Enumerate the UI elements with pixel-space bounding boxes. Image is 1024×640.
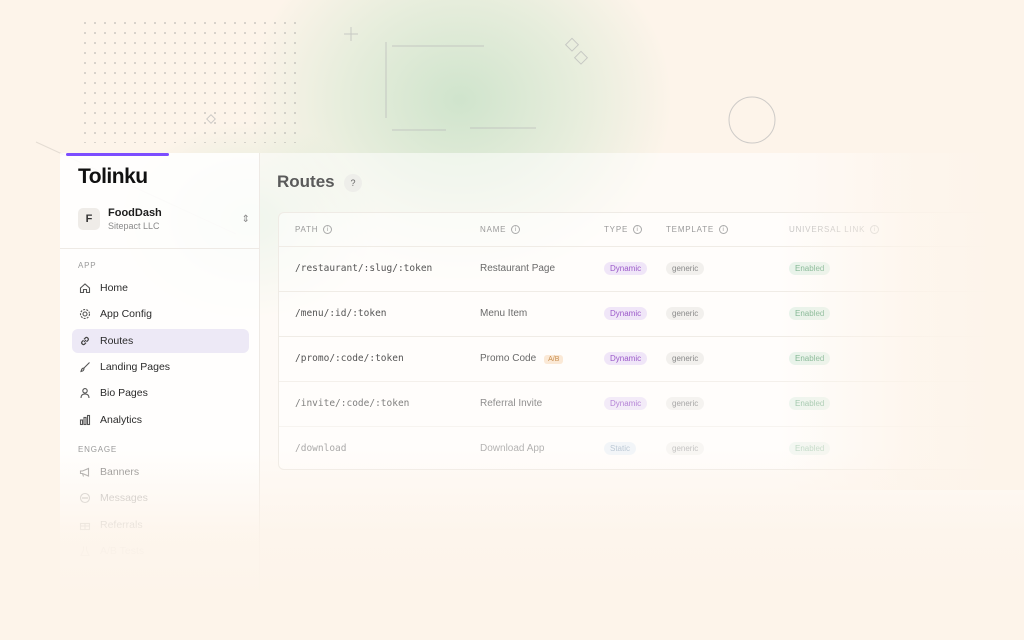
sidebar-item-banners[interactable]: Banners (72, 460, 249, 484)
sidebar-item-home[interactable]: Home (72, 276, 249, 300)
type-badge: Dynamic (604, 397, 648, 410)
info-icon: i (323, 225, 333, 234)
sidebar-item-routes[interactable]: Routes (72, 329, 249, 353)
route-path: /restaurant/:slug/:token (295, 263, 433, 274)
workspace-name: FoodDash (108, 207, 162, 219)
column-header-type[interactable]: TYPE i (604, 225, 643, 234)
route-path: /promo/:code/:token (295, 353, 404, 364)
bar-chart-icon (78, 413, 92, 427)
megaphone-icon (78, 465, 92, 479)
section-label-app: APP (78, 261, 97, 270)
table-row[interactable]: /menu/:id/:token Menu Item Dynamic gener… (279, 291, 1024, 336)
gift-icon (78, 518, 92, 532)
user-icon (78, 386, 92, 400)
route-name: Promo Code A/B (480, 353, 564, 364)
template-badge: generic (666, 262, 705, 275)
sidebar-item-ab-tests[interactable]: A/B Tests (72, 539, 249, 563)
route-name: Download App (480, 443, 545, 454)
sidebar-item-label: Analytics (100, 414, 143, 426)
sidebar-item-label: Home (100, 282, 129, 294)
chevron-updown-icon: ⇕ (241, 213, 250, 225)
info-icon: i (633, 225, 643, 234)
workspace-org: Sitepact LLC (108, 221, 160, 231)
ab-test-badge: A/B (544, 355, 564, 364)
template-badge: generic (666, 442, 705, 455)
template-badge: generic (666, 307, 705, 320)
table-row[interactable]: /invite/:code/:token Referral Invite Dyn… (279, 381, 1024, 426)
info-icon: i (511, 225, 521, 234)
sidebar-item-analytics[interactable]: Analytics (72, 408, 249, 432)
universal-link-badge: Enabled (789, 397, 831, 410)
sidebar-item-label: Bio Pages (100, 387, 148, 399)
link-icon (78, 334, 92, 348)
route-name: Restaurant Page (480, 263, 556, 274)
sidebar-item-referrals[interactable]: Referrals (72, 513, 249, 537)
accent-bar (66, 153, 169, 156)
page-title: Routes (277, 172, 335, 191)
home-icon (78, 281, 92, 295)
route-path: /download (295, 443, 347, 454)
column-header-path[interactable]: PATH i (295, 225, 333, 234)
sidebar-item-label: App Config (100, 308, 152, 320)
routes-table: PATH i NAME i TYPE i TEMPLATE i UNIVERSAL LI… (278, 212, 1024, 470)
flask-icon (78, 544, 92, 558)
gear-icon (78, 307, 92, 321)
brush-icon (78, 360, 92, 374)
table-row[interactable]: /promo/:code/:token Promo Code A/B Dynami… (279, 336, 1024, 381)
sidebar-item-app-config[interactable]: App Config (72, 302, 249, 326)
sidebar-item-label: Routes (100, 335, 134, 347)
sidebar: Tolinku F FoodDash Sitepact LLC ⇕ APP Ho… (60, 153, 260, 640)
route-path: /menu/:id/:token (295, 308, 387, 319)
section-label-engage: ENGAGE (78, 445, 118, 454)
sidebar-item-label: Banners (100, 466, 140, 478)
column-header-template[interactable]: TEMPLATE i (666, 225, 729, 234)
workspace-avatar: F (78, 208, 100, 230)
type-badge: Dynamic (604, 352, 648, 365)
sidebar-item-messages[interactable]: Messages (72, 486, 249, 510)
template-badge: generic (666, 397, 705, 410)
type-badge: Dynamic (604, 307, 648, 320)
route-name: Referral Invite (480, 398, 543, 409)
universal-link-badge: Enabled (789, 442, 831, 455)
help-icon[interactable]: ? (344, 174, 362, 192)
sidebar-item-bio-pages[interactable]: Bio Pages (72, 381, 249, 405)
sidebar-item-label: Landing Pages (100, 361, 171, 373)
universal-link-badge: Enabled (789, 307, 831, 320)
sidebar-divider (60, 248, 260, 249)
sidebar-item-landing-pages[interactable]: Landing Pages (72, 355, 249, 379)
route-path: /invite/:code/:token (295, 398, 410, 409)
universal-link-badge: Enabled (789, 352, 831, 365)
table-row[interactable]: /restaurant/:slug/:token Restaurant Page… (279, 246, 1024, 291)
column-header-universal-link[interactable]: UNIVERSAL LINK i (789, 225, 880, 234)
type-badge: Dynamic (604, 262, 648, 275)
chat-icon (78, 491, 92, 505)
app-logo[interactable]: Tolinku (78, 165, 148, 189)
info-icon: i (719, 225, 729, 234)
sidebar-item-label: A/B Tests (100, 545, 145, 557)
workspace-switcher[interactable]: F FoodDash Sitepact LLC ⇕ (78, 203, 250, 235)
template-badge: generic (666, 352, 705, 365)
sidebar-item-label: Referrals (100, 519, 143, 531)
sidebar-item-label: Messages (100, 492, 148, 504)
column-header-name[interactable]: NAME i (480, 225, 521, 234)
type-badge: Static (604, 442, 637, 455)
table-row[interactable]: /download Download App Static generic En… (279, 426, 1024, 471)
route-name: Menu Item (480, 308, 528, 319)
universal-link-badge: Enabled (789, 262, 831, 275)
info-icon: i (870, 225, 880, 234)
